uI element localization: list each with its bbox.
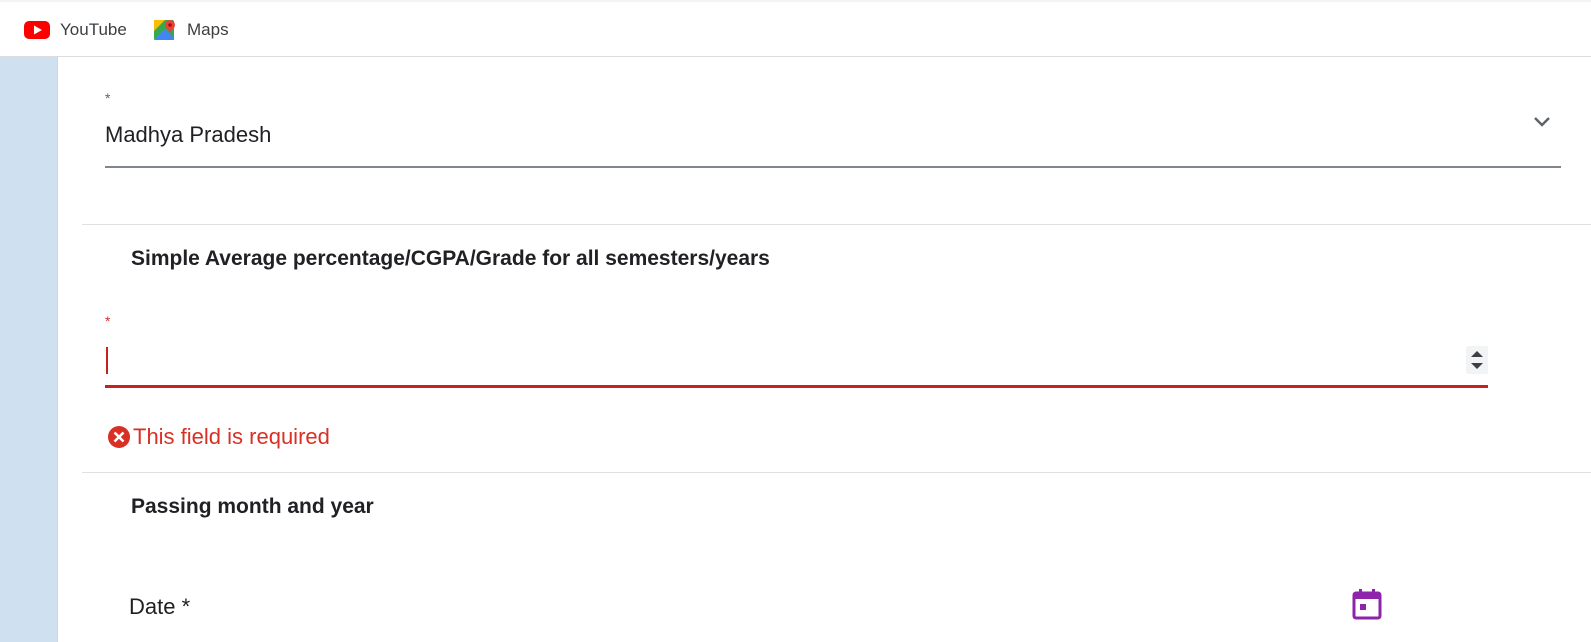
spin-down-icon[interactable] [1471,363,1483,369]
error-icon [108,426,130,448]
date-field-label: Date * [129,594,191,619]
youtube-icon [24,21,50,39]
bookmark-youtube[interactable]: YouTube [24,17,127,43]
state-select-underline [105,166,1561,168]
percentage-error: This field is required [107,424,330,450]
state-required-marker: * [105,90,111,106]
percentage-section-title: Simple Average percentage/CGPA/Grade for… [131,247,770,270]
percentage-input[interactable] [105,340,1488,388]
bookmark-label: YouTube [60,20,127,39]
percentage-required-marker: * [105,313,111,329]
spin-up-icon[interactable] [1471,351,1483,357]
error-message: This field is required [133,424,330,449]
calendar-icon[interactable] [1352,588,1382,620]
bookmark-label: Maps [187,20,229,39]
maps-icon [154,20,175,40]
bookmark-maps[interactable]: Maps [153,17,229,43]
bookmarks-bar: YouTube Maps [0,0,1591,57]
section-divider [82,224,1591,225]
chevron-down-icon[interactable] [1530,110,1554,134]
text-cursor [106,347,108,374]
state-select[interactable]: Madhya Pradesh [105,122,271,148]
passing-section-title: Passing month and year [131,495,374,518]
number-spinner[interactable] [1466,346,1488,374]
section-divider [82,472,1591,473]
left-side-panel [0,57,58,642]
